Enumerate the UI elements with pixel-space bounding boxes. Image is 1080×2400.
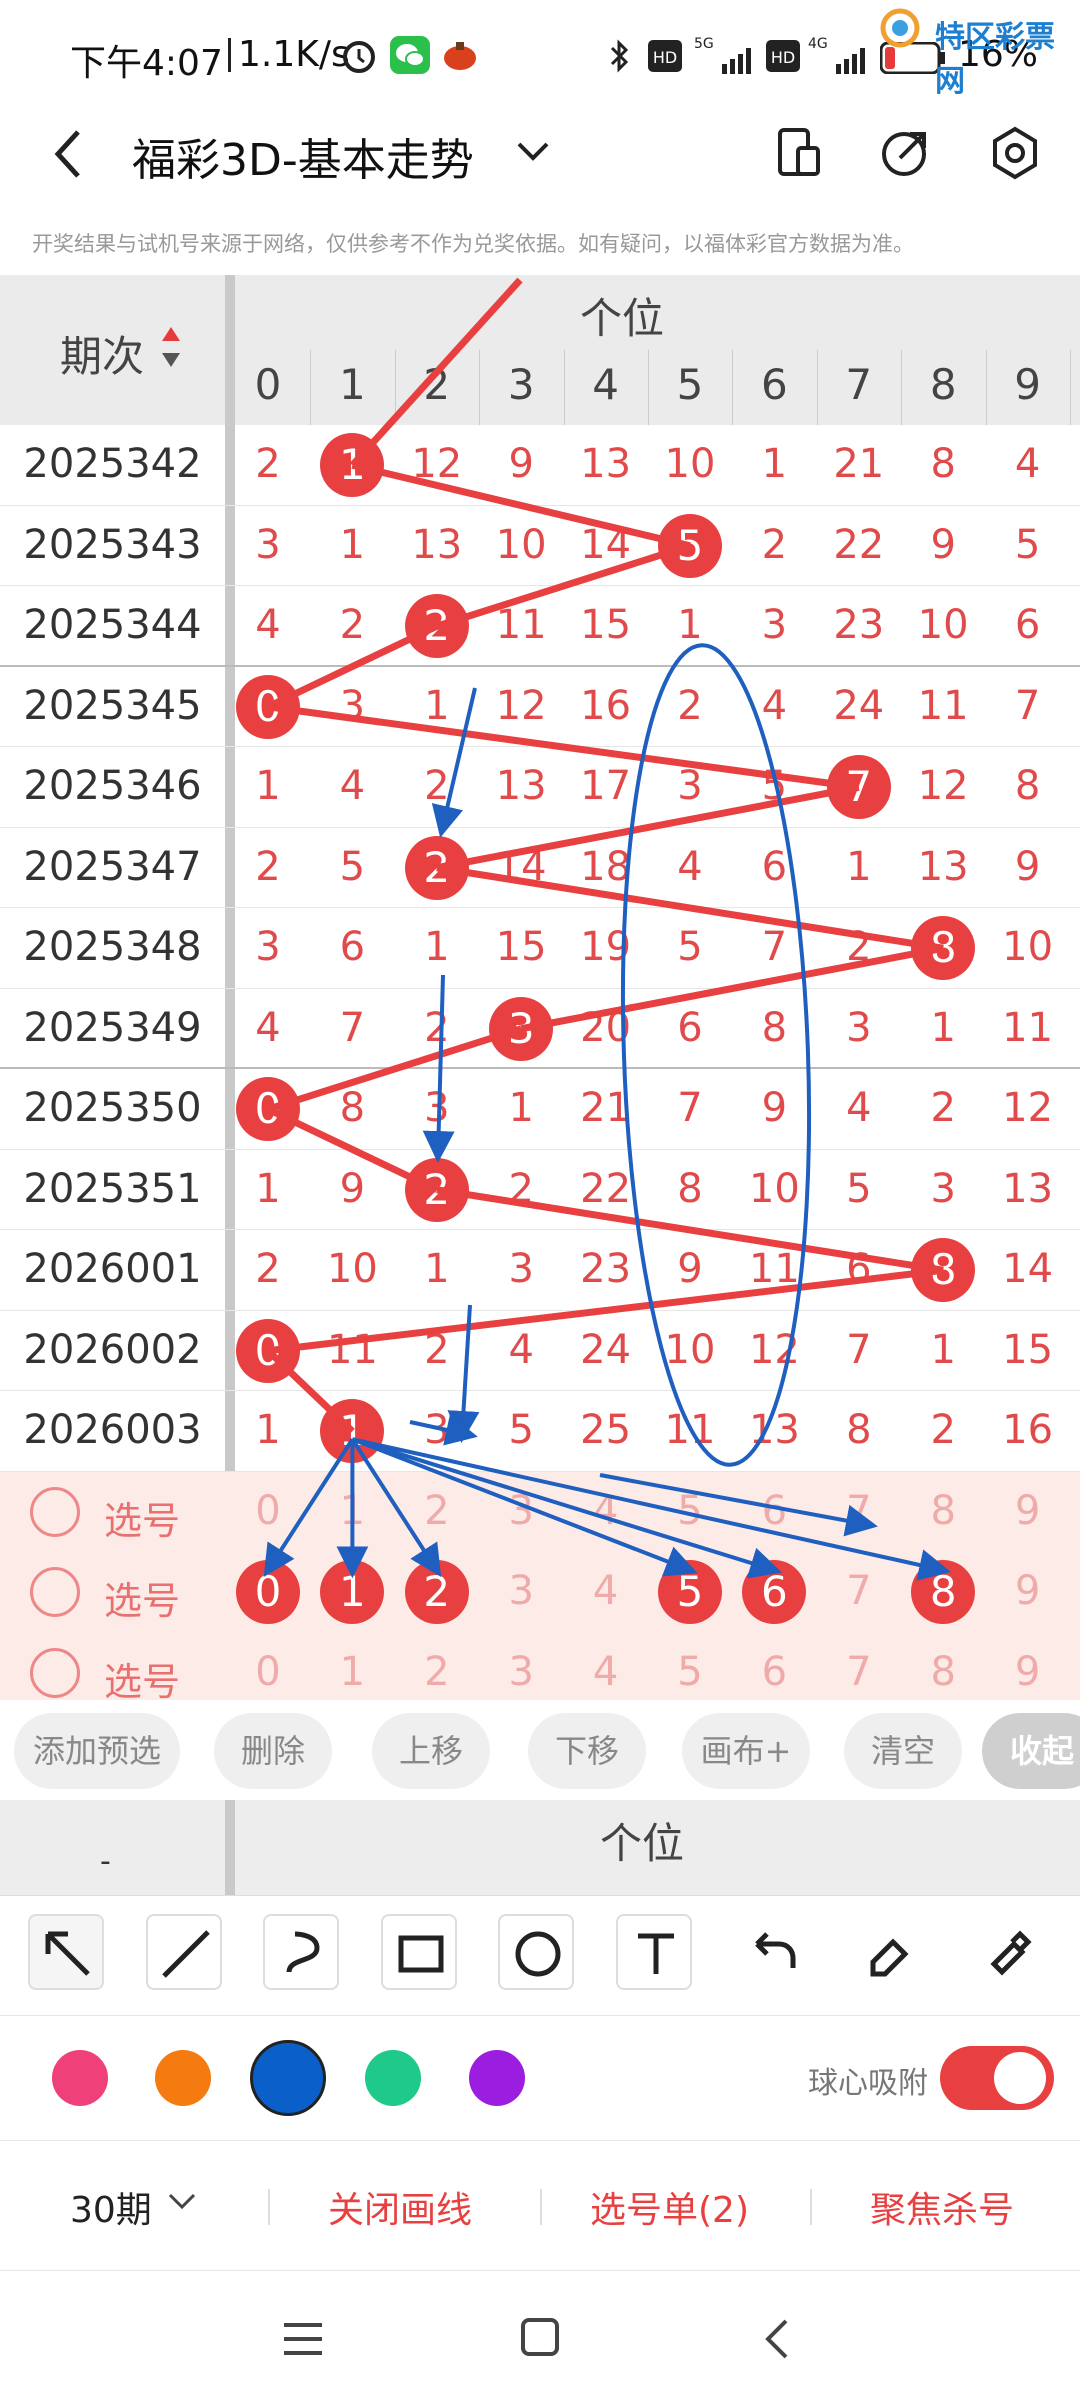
hd-icon-2: HD [766,40,800,72]
divider [540,2189,542,2225]
rect-tool[interactable] [380,1914,457,1990]
trend-line [267,703,860,791]
svg-text:HD: HD [771,48,795,67]
alarm-icon [343,41,375,73]
line-icon [161,1930,210,1978]
grid2-divider [225,1800,235,1895]
grid2-header: 个位 [600,1819,685,1868]
color-swatch[interactable] [155,2050,211,2106]
system-nav-bar [0,2270,1080,2400]
clear-brush-icon [990,1930,1032,1976]
eraser-icon [870,1938,909,1977]
draw-toolbar [0,1895,1080,2015]
trend-line [266,623,439,710]
drawn-arrow [350,1438,442,1577]
color-swatch[interactable] [469,2050,525,2106]
undo-tool[interactable] [733,1914,809,1990]
line-tool[interactable] [145,1914,222,1990]
delete-button[interactable]: 删除 [214,1713,332,1789]
trend-line [436,783,860,872]
color-swatch[interactable] [365,2050,421,2106]
clock: 下午4:07 [70,43,223,84]
color-swatch[interactable] [250,2040,326,2116]
grid2-label: - [100,1844,111,1879]
back-nav-icon[interactable] [762,2317,792,2361]
watermark-text: 特区彩票网 [935,20,1055,99]
menu-icon[interactable] [280,2319,326,2359]
color-palette: 球心吸附 [0,2015,1080,2145]
trend-line [349,277,523,468]
drawn-arrow [422,974,455,1163]
app-notify-icon [444,42,476,70]
divider [228,38,231,72]
circle-icon [515,1931,561,1977]
secondary-grid: - 个位 [0,1800,1080,1895]
snap-toggle[interactable] [940,2046,1054,2110]
drawn-arrow [263,1438,355,1577]
trend-grid: 期次 个位 0123456789 20253422112913101218420… [0,275,1080,1700]
watermark-logo [880,8,920,48]
color-swatch[interactable] [52,2050,108,2106]
close-lines-button[interactable]: 关闭画线 [328,2181,472,2233]
trend-line [351,461,691,550]
action-bar: 添加预选 删除 上移 下移 画布+ 清空 收起 [0,1705,1080,1797]
drawn-arrow [599,1473,878,1537]
eraser-tool[interactable] [851,1914,927,1990]
circle-tool[interactable] [498,1914,574,1990]
trend-line [265,1348,355,1434]
pick-list-button[interactable]: 选号单(2) [590,2181,749,2233]
focus-kill-button[interactable]: 聚焦杀号 [870,2181,1014,2233]
svg-text:HD: HD [653,48,677,67]
pointer-tool[interactable] [28,1914,104,1990]
drawn-arrow [431,687,477,838]
net-speed: 1.1K/s [238,34,350,75]
divider [268,2189,270,2225]
snap-label: 球心吸附 [808,2066,928,2101]
disclaimer-notice: 开奖结果与试机号来源于网络，仅供参考不作为兑奖依据。如有疑问，以福体彩官方数据为… [32,232,914,256]
collapse-button[interactable]: 收起 [982,1713,1080,1789]
hd-icon: HD [648,40,682,72]
rect-icon [398,1935,443,1973]
clear-button[interactable]: 清空 [844,1713,962,1789]
add-preselect-button[interactable]: 添加预选 [14,1713,180,1789]
toggle-knob [994,2052,1046,2104]
canvas-add-button[interactable]: 画布+ [682,1713,810,1789]
pointer-icon [45,1931,90,1976]
share-icon[interactable] [880,126,930,178]
wechat-icon [390,36,430,74]
move-up-button[interactable]: 上移 [372,1713,490,1789]
period-range-select[interactable]: 30期 [70,2181,152,2233]
layout-toggle-icon[interactable] [776,126,822,178]
text-tool[interactable] [615,1914,692,1990]
clear-brush-tool[interactable] [968,1914,1044,1990]
signal-icon-2 [836,48,865,74]
trend-line [266,1106,439,1193]
chevron-down-icon[interactable] [515,140,551,164]
signal-icon [722,48,751,74]
trend-line [266,1025,523,1113]
trend-line [435,542,692,630]
drawing-overlay[interactable] [0,275,1080,1700]
divider [810,2189,812,2225]
back-icon[interactable] [50,126,86,182]
text-icon [637,1933,674,1974]
bluetooth-icon [610,39,629,73]
trend-line [520,944,944,1033]
home-icon[interactable] [520,2317,560,2357]
chevron-down-icon[interactable] [168,2193,196,2211]
bottom-bar: 30期 关闭画线 选号单(2) 聚焦杀号 [0,2140,1080,2270]
trend-line [436,1186,944,1274]
curve-tool[interactable] [263,1914,339,1990]
undo-icon [755,1932,796,1968]
status-bar: 下午4:07 1.1K/s HD 5G HD 4G 16% 特区彩票网 [0,0,1080,120]
drawn-arrow [351,1437,952,1581]
page-title[interactable]: 福彩3D-基本走势 [132,124,474,188]
settings-icon[interactable] [990,126,1040,180]
trend-line [436,864,944,952]
curve-icon [286,1931,320,1973]
trend-line [267,1266,944,1355]
move-down-button[interactable]: 下移 [528,1713,646,1789]
